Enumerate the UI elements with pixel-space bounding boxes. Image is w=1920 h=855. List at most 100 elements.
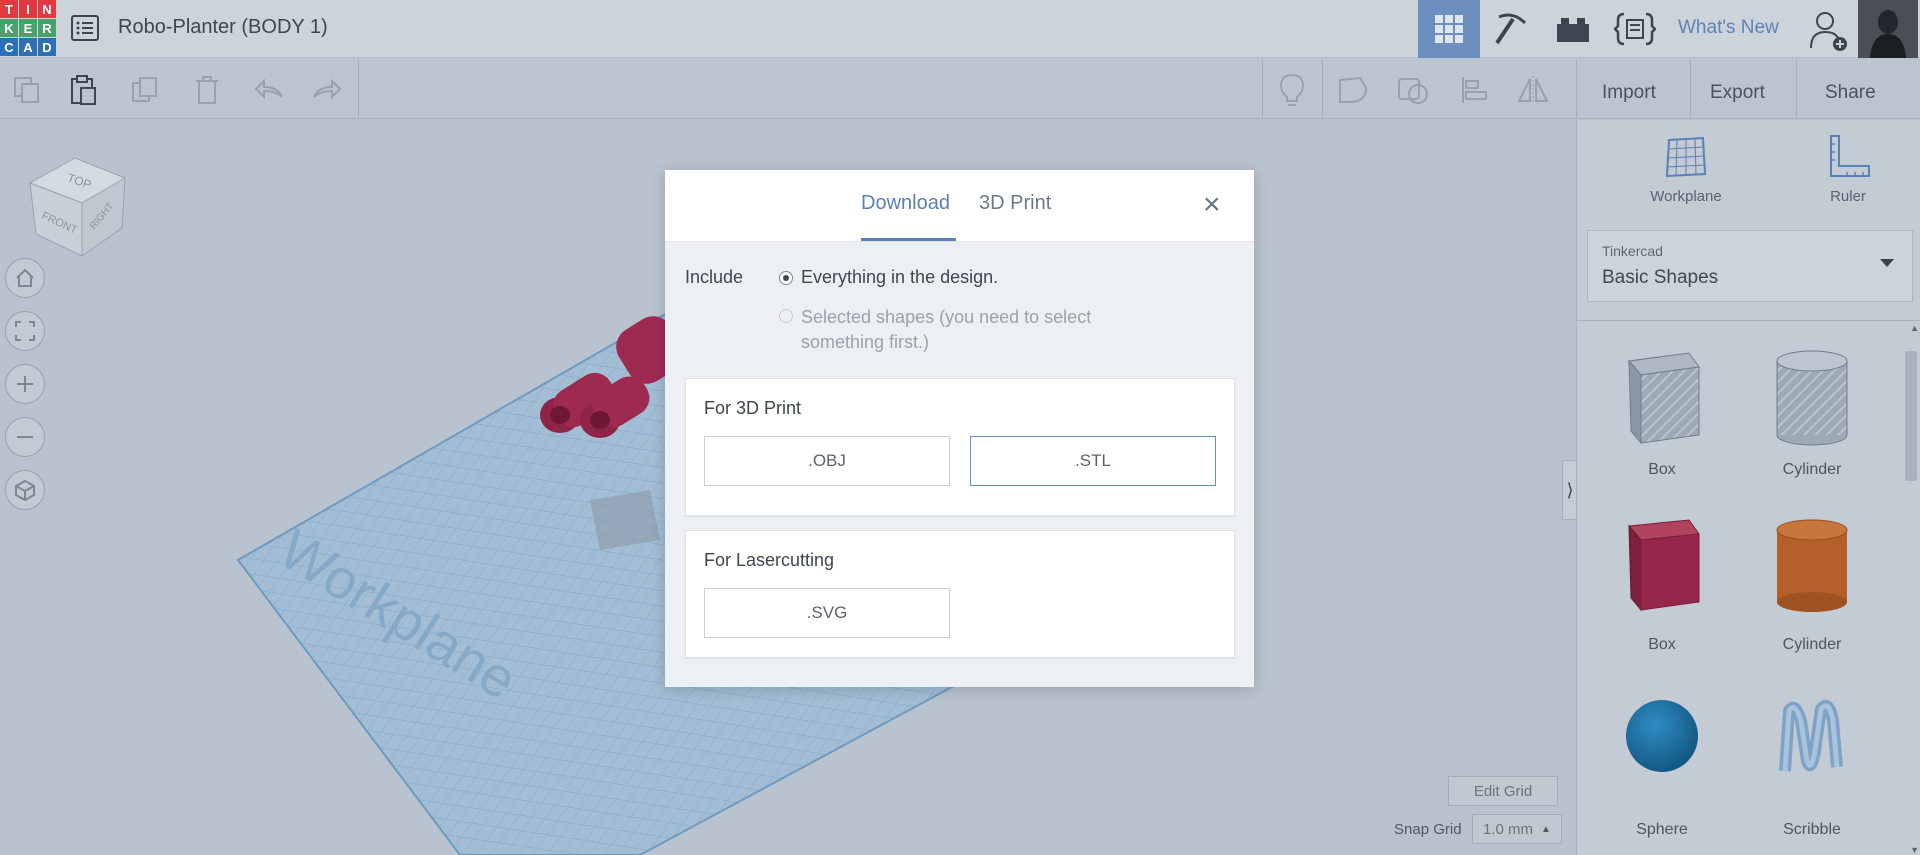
add-user-icon[interactable] — [1808, 10, 1850, 57]
ruler-tool[interactable]: Ruler — [1793, 134, 1903, 205]
option-everything-label[interactable]: Everything in the design. — [801, 267, 998, 288]
mirror-icon[interactable] — [1516, 73, 1550, 107]
obj-button[interactable]: .OBJ — [704, 436, 950, 486]
redo-icon[interactable] — [310, 73, 344, 107]
align-icon[interactable] — [1458, 73, 1492, 107]
logo-letter: E — [19, 19, 37, 37]
section-title: For Lasercutting — [704, 550, 835, 570]
shape-label: Cylinder — [1782, 461, 1842, 478]
shape-cylinder-hole[interactable]: Cylinder — [1737, 331, 1887, 491]
export-button[interactable]: Export — [1700, 76, 1775, 110]
undo-icon[interactable] — [252, 73, 286, 107]
3d-print-section: For 3D Print .OBJ .STL — [685, 378, 1235, 516]
document-title[interactable]: Robo-Planter (BODY 1) — [118, 16, 328, 39]
share-button[interactable]: Share — [1815, 76, 1886, 110]
workplane-icon — [1665, 136, 1707, 178]
avatar[interactable] — [1858, 0, 1918, 58]
snap-grid-value: 1.0 mm — [1483, 820, 1534, 838]
radio-selected[interactable] — [779, 309, 793, 323]
trash-icon[interactable] — [190, 73, 224, 107]
ungroup-icon[interactable] — [1396, 73, 1430, 107]
shape-box-solid[interactable]: Box — [1587, 506, 1737, 666]
brick-icon — [1557, 18, 1589, 42]
lasercutting-section: For Lasercutting .SVG — [685, 530, 1235, 658]
shape-sphere[interactable]: Sphere — [1587, 681, 1737, 841]
workplane-label: Workplane — [1650, 188, 1722, 205]
plus-icon — [17, 376, 33, 392]
whats-new-link[interactable]: What's New — [1678, 17, 1779, 39]
group-icon[interactable] — [1336, 73, 1370, 107]
tab-3d-print[interactable]: 3D Print — [979, 192, 1051, 215]
zoom-in-button[interactable] — [5, 364, 45, 404]
home-view-button[interactable] — [5, 258, 45, 298]
snap-grid-label: Snap Grid — [1394, 821, 1462, 838]
library-name: Basic Shapes — [1602, 267, 1719, 288]
minus-icon — [17, 436, 33, 438]
svg-button[interactable]: .SVG — [704, 588, 950, 638]
cube-icon — [15, 479, 35, 501]
codeblocks-view-button[interactable] — [1604, 0, 1666, 58]
tab-download[interactable]: Download — [861, 192, 950, 215]
cylinder-hole-icon — [1776, 350, 1848, 446]
workplane-tool[interactable]: Workplane — [1631, 134, 1741, 205]
chevron-right-icon: ⟩ — [1566, 479, 1574, 500]
lightbulb-icon[interactable] — [1275, 73, 1309, 107]
shapes-grid: Box Cylinder Box Cylinder Sphere Scribbl… — [1577, 320, 1920, 855]
library-category: Tinkercad — [1602, 243, 1663, 259]
logo-letter: D — [38, 38, 56, 56]
close-icon[interactable]: × — [1203, 190, 1221, 220]
scribble-icon — [1779, 700, 1843, 772]
sphere-icon — [1626, 700, 1698, 772]
tinkercad-logo[interactable]: T I N K E R C A D — [0, 0, 56, 56]
snap-grid-select[interactable]: 1.0 mm ▲ — [1472, 814, 1562, 844]
code-braces-icon — [1614, 12, 1656, 46]
shape-cylinder-solid[interactable]: Cylinder — [1737, 506, 1887, 666]
design-list-icon[interactable] — [70, 14, 100, 42]
logo-letter: K — [0, 19, 18, 37]
option-selected-label: Selected shapes (you need to select some… — [801, 307, 1092, 352]
ruler-icon — [1830, 135, 1870, 177]
copy-icon[interactable] — [10, 73, 44, 107]
shape-label: Scribble — [1783, 821, 1841, 838]
export-dialog: Download 3D Print × Include Everything i… — [665, 170, 1254, 687]
logo-letter: C — [0, 38, 18, 56]
fit-view-icon — [15, 321, 35, 341]
duplicate-icon[interactable] — [128, 73, 162, 107]
scroll-up-icon: ▲ — [1910, 323, 1919, 333]
bricks-view-button[interactable] — [1542, 0, 1604, 58]
logo-letter: R — [38, 19, 56, 37]
include-label: Include — [685, 267, 744, 287]
home-icon — [16, 268, 34, 287]
shapes-panel: Workplane Ruler Tinkercad Basic Shapes B… — [1576, 120, 1920, 855]
3d-view-button[interactable] — [1418, 0, 1480, 58]
stl-button[interactable]: .STL — [970, 436, 1216, 486]
box-solid-icon — [1627, 519, 1700, 612]
edit-grid-button[interactable]: Edit Grid — [1448, 776, 1558, 806]
panel-toggle-button[interactable]: ⟩ — [1562, 460, 1576, 520]
grid-icon — [1435, 15, 1463, 43]
caret-up-icon: ▲ — [1541, 823, 1551, 835]
scroll-down-icon: ▼ — [1910, 845, 1919, 855]
import-button[interactable]: Import — [1592, 76, 1666, 110]
blocks-view-button[interactable] — [1480, 0, 1542, 58]
shape-scribble[interactable]: Scribble — [1737, 681, 1887, 841]
logo-letter: I — [19, 0, 37, 18]
shape-label: Cylinder — [1782, 636, 1842, 653]
radio-everything[interactable] — [779, 271, 793, 285]
perspective-button[interactable] — [5, 470, 45, 510]
logo-letter: N — [38, 0, 56, 18]
scrollbar-thumb[interactable] — [1905, 351, 1917, 481]
logo-letter: T — [0, 0, 18, 18]
paste-icon[interactable] — [66, 73, 100, 107]
view-cube[interactable]: TOP FRONT RIGHT — [20, 148, 130, 263]
shape-library-select[interactable]: Tinkercad Basic Shapes — [1587, 230, 1913, 302]
zoom-out-button[interactable] — [5, 417, 45, 457]
section-title: For 3D Print — [704, 398, 802, 418]
shape-label: Box — [1648, 461, 1676, 478]
shape-box-hole[interactable]: Box — [1587, 331, 1737, 491]
cylinder-solid-icon — [1776, 519, 1848, 612]
box-hole-icon — [1628, 352, 1700, 445]
fit-view-button[interactable] — [5, 311, 45, 351]
dialog-header: Download 3D Print × — [665, 170, 1254, 242]
shape-label: Box — [1648, 636, 1676, 653]
